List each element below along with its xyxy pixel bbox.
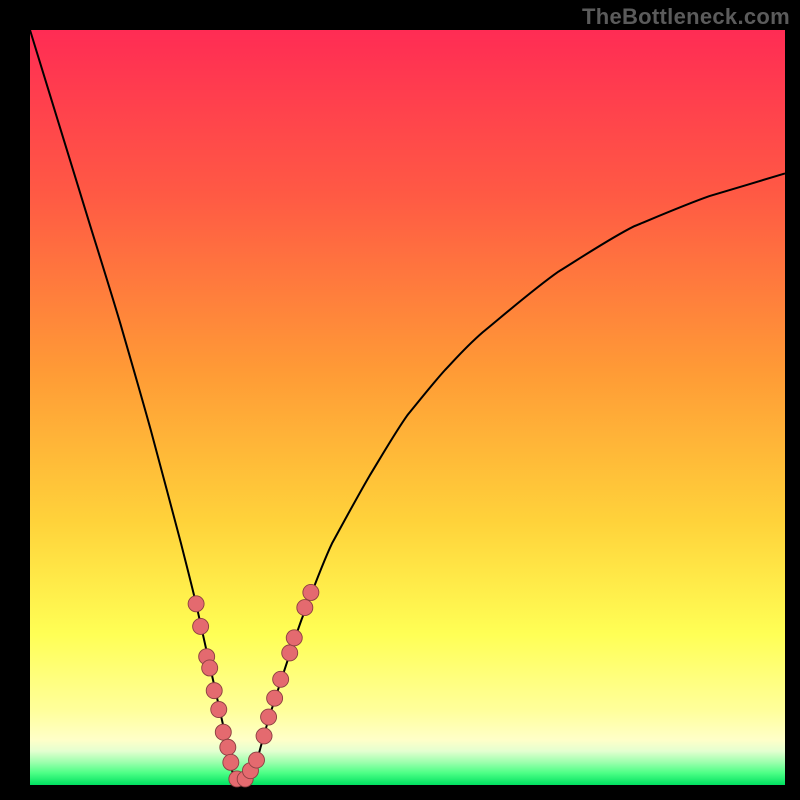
data-point — [256, 728, 272, 744]
watermark-label: TheBottleneck.com — [582, 4, 790, 30]
data-point — [206, 683, 222, 699]
data-points — [188, 584, 319, 786]
data-point — [303, 584, 319, 600]
bottleneck-curve — [30, 30, 785, 785]
data-point — [286, 630, 302, 646]
data-point — [211, 702, 227, 718]
data-point — [193, 618, 209, 634]
data-point — [249, 752, 265, 768]
chart-svg — [30, 30, 785, 785]
chart-frame: TheBottleneck.com — [0, 0, 800, 800]
data-point — [282, 645, 298, 661]
data-point — [261, 709, 277, 725]
plot-area — [30, 30, 785, 785]
data-point — [215, 724, 231, 740]
data-point — [188, 596, 204, 612]
data-point — [267, 690, 283, 706]
data-point — [220, 739, 236, 755]
data-point — [223, 754, 239, 770]
data-point — [202, 660, 218, 676]
data-point — [273, 671, 289, 687]
data-point — [297, 600, 313, 616]
